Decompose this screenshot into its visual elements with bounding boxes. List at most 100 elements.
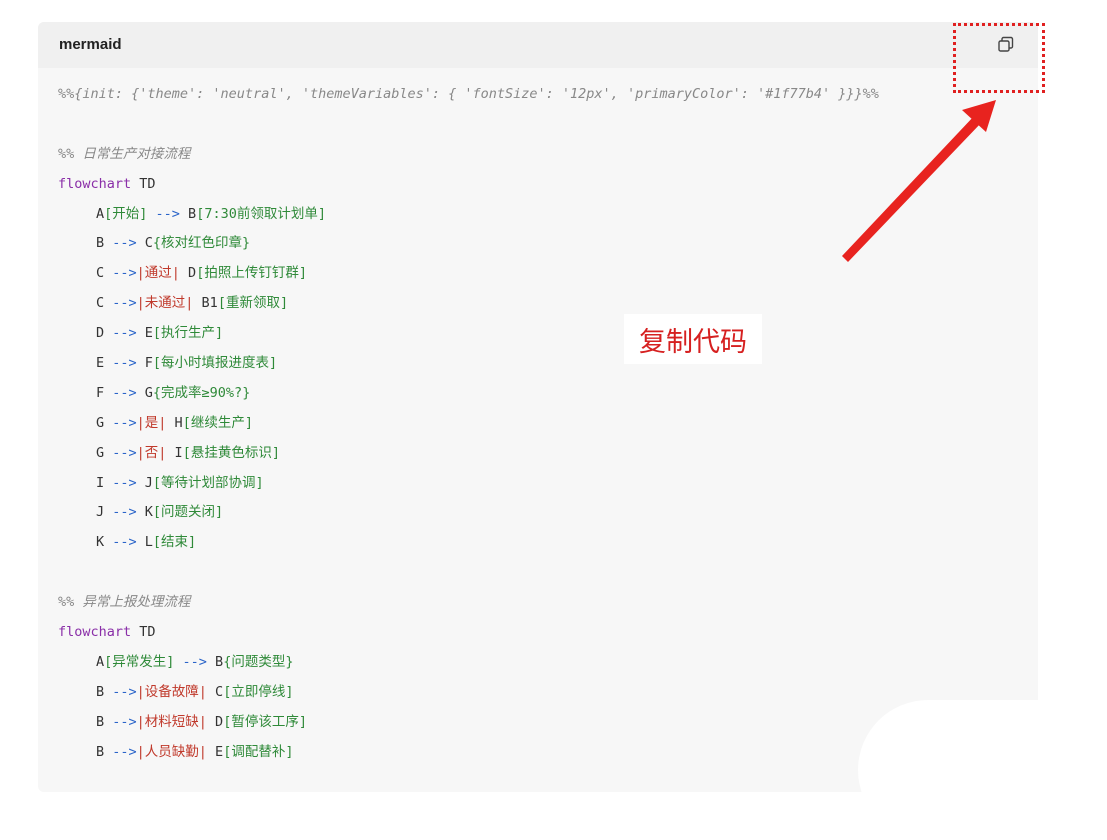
code-token: [暂停该工序] bbox=[223, 713, 307, 730]
code-line: I --> J[等待计划部协调] bbox=[58, 469, 1038, 499]
code-token: |通过| bbox=[136, 265, 189, 282]
code-token: G bbox=[96, 444, 105, 461]
code-token: C bbox=[144, 235, 153, 252]
code-line: G -->|是| H[继续生产] bbox=[58, 409, 1038, 439]
code-token: [调配替补] bbox=[223, 743, 294, 760]
code-token: --> bbox=[104, 474, 145, 491]
code-token: J bbox=[96, 504, 105, 521]
language-label: mermaid bbox=[59, 36, 122, 53]
code-token: flowchart bbox=[58, 624, 132, 641]
code-line: %% 日常生产对接流程 bbox=[58, 140, 1038, 170]
code-token: %% 异常上报处理流程 bbox=[58, 594, 191, 611]
code-token: --> bbox=[104, 534, 145, 551]
code-token: C bbox=[96, 265, 105, 282]
code-token: J bbox=[144, 474, 153, 491]
code-token: B bbox=[188, 205, 197, 222]
code-line: C -->|未通过| B1[重新领取] bbox=[58, 289, 1038, 319]
code-token: %% 日常生产对接流程 bbox=[58, 145, 191, 162]
code-token: |未通过| bbox=[136, 295, 202, 312]
code-token: [重新领取] bbox=[217, 295, 289, 312]
code-token: D bbox=[215, 713, 224, 730]
code-token: A bbox=[96, 205, 105, 222]
code-token: flowchart bbox=[58, 175, 132, 192]
code-token: E bbox=[215, 743, 224, 760]
code-line: %%{init: {'theme': 'neutral', 'themeVari… bbox=[58, 80, 1038, 110]
code-token: {核对红色印章} bbox=[152, 235, 251, 252]
code-token: --> bbox=[104, 414, 137, 431]
code-line: D --> E[执行生产] bbox=[58, 319, 1038, 349]
code-line: F --> G{完成率≥90%?} bbox=[58, 379, 1038, 409]
white-overlay-shape bbox=[858, 700, 1107, 840]
code-line: flowchart TD bbox=[58, 618, 1038, 648]
code-token: [开始] bbox=[104, 205, 148, 222]
code-token: --> bbox=[104, 444, 137, 461]
code-token: |否| bbox=[136, 444, 175, 461]
code-token: |材料短缺| bbox=[136, 713, 216, 730]
code-token: [问题关闭] bbox=[152, 504, 224, 521]
code-line: B --> C{核对红色印章} bbox=[58, 229, 1038, 259]
code-token: --> bbox=[104, 504, 145, 521]
code-token: %%{init: {'theme': 'neutral', 'themeVari… bbox=[58, 86, 879, 102]
code-token: B bbox=[96, 713, 105, 730]
code-token: --> bbox=[174, 653, 216, 670]
code-token: |是| bbox=[136, 414, 175, 431]
code-token: [每小时填报进度表] bbox=[152, 355, 278, 372]
code-line: flowchart TD bbox=[58, 170, 1038, 200]
code-line: B -->|设备故障| C[立即停线] bbox=[58, 678, 1038, 708]
code-token: K bbox=[96, 534, 105, 551]
code-token: [执行生产] bbox=[152, 325, 224, 342]
annotation-label: 复制代码 bbox=[624, 314, 762, 364]
code-token: [悬挂黄色标识] bbox=[182, 444, 280, 461]
code-token: --> bbox=[104, 295, 137, 312]
code-token: B bbox=[96, 683, 105, 700]
annotation-highlight-box bbox=[953, 23, 1045, 93]
code-token: --> bbox=[104, 235, 145, 252]
code-token: C bbox=[96, 295, 105, 312]
code-token: I bbox=[174, 444, 183, 461]
code-token: D bbox=[96, 325, 105, 342]
code-token: --> bbox=[104, 743, 137, 760]
code-token: --> bbox=[104, 713, 137, 730]
code-token: C bbox=[215, 683, 224, 700]
code-line: J --> K[问题关闭] bbox=[58, 498, 1038, 528]
code-line: K --> L[结束] bbox=[58, 528, 1038, 558]
code-token: L bbox=[144, 534, 153, 551]
code-token: |人员缺勤| bbox=[136, 743, 216, 760]
code-token: B bbox=[96, 235, 105, 252]
code-token: {问题类型} bbox=[223, 653, 294, 670]
code-token: --> bbox=[104, 384, 145, 401]
code-token: F bbox=[144, 355, 153, 372]
code-token: I bbox=[96, 474, 105, 491]
code-token: [等待计划部协调] bbox=[152, 474, 264, 491]
code-line: A[异常发生] --> B{问题类型} bbox=[58, 648, 1038, 678]
code-token: {完成率≥90%?} bbox=[152, 384, 251, 401]
code-token: E bbox=[96, 355, 105, 372]
code-line: A[开始] --> B[7:30前领取计划单] bbox=[58, 200, 1038, 230]
code-token: B bbox=[215, 653, 224, 670]
code-token: [立即停线] bbox=[223, 683, 294, 700]
code-line: G -->|否| I[悬挂黄色标识] bbox=[58, 439, 1038, 469]
code-token: |设备故障| bbox=[136, 683, 216, 700]
code-line: %% 异常上报处理流程 bbox=[58, 588, 1038, 618]
code-token: K bbox=[144, 504, 153, 521]
code-token: [7:30前领取计划单] bbox=[196, 205, 326, 222]
code-token: TD bbox=[131, 175, 156, 192]
code-block-header: mermaid bbox=[38, 22, 1038, 68]
code-content: %%{init: {'theme': 'neutral', 'themeVari… bbox=[58, 80, 1038, 767]
code-block: mermaid %%{init: {'theme': 'neutral', 't… bbox=[38, 22, 1038, 792]
code-token: --> bbox=[147, 205, 189, 222]
code-token: D bbox=[188, 265, 197, 282]
code-token: [异常发生] bbox=[104, 653, 175, 670]
code-token: [拍照上传钉钉群] bbox=[196, 265, 307, 282]
code-token: E bbox=[144, 325, 153, 342]
code-token: --> bbox=[104, 683, 137, 700]
code-token: --> bbox=[104, 265, 137, 282]
code-token: B bbox=[96, 743, 105, 760]
code-token: --> bbox=[104, 355, 145, 372]
code-token: G bbox=[144, 384, 153, 401]
code-token: --> bbox=[104, 325, 145, 342]
code-token: B1 bbox=[201, 295, 218, 312]
code-token: G bbox=[96, 414, 105, 431]
